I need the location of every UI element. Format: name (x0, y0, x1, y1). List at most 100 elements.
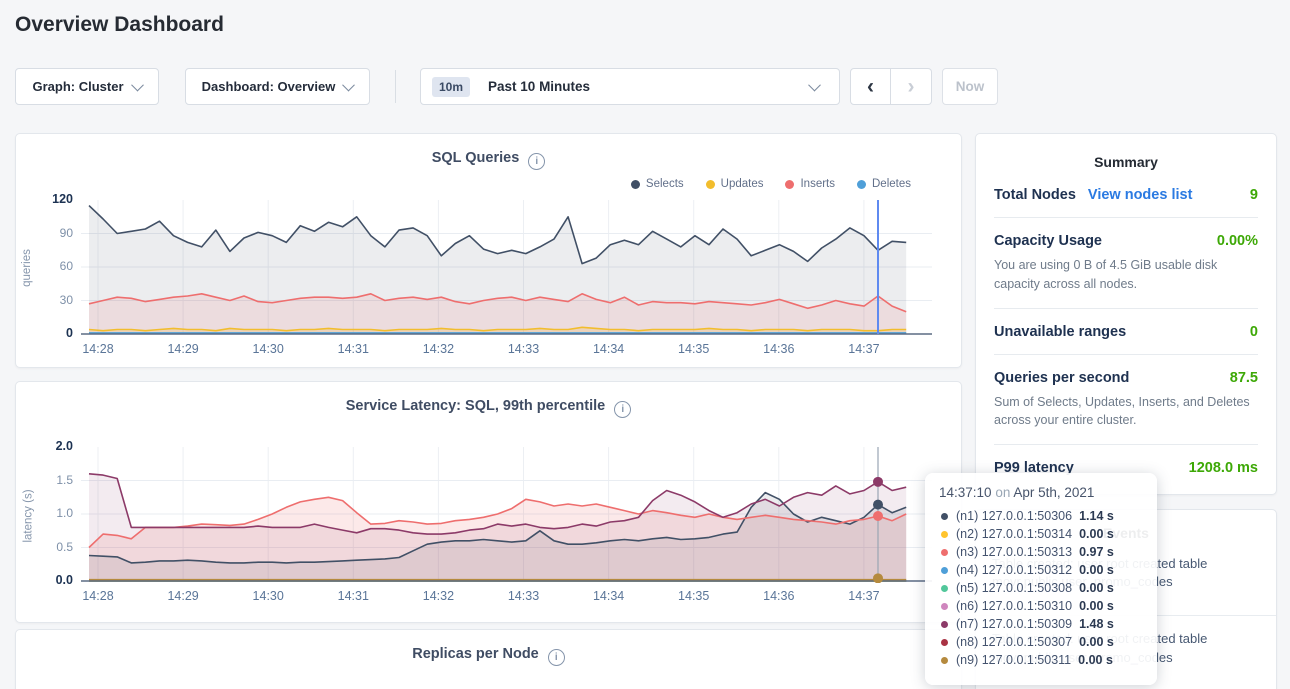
tooltip-node-label: (n2) 127.0.0.1:50314 (956, 527, 1072, 541)
summary-label: Total Nodes (994, 187, 1076, 203)
app-root: Overview Dashboard Graph: Cluster Dashbo… (0, 0, 1290, 689)
latency-plot[interactable] (81, 447, 932, 583)
tooltip-node-value: 0.00 s (1079, 563, 1114, 577)
node-color-dot-icon (941, 531, 948, 538)
node-color-dot-icon (941, 621, 948, 628)
chart-title: Service Latency: SQL, 99th percentilei (16, 398, 961, 418)
latency-chart-card: Service Latency: SQL, 99th percentilei l… (15, 381, 962, 623)
summary-panel: Summary Total NodesView nodes list9Capac… (975, 133, 1277, 495)
legend-item-inserts[interactable]: Inserts (785, 178, 835, 190)
tooltip-node-label: (n8) 127.0.0.1:50307 (956, 635, 1072, 649)
now-button[interactable]: Now (942, 68, 998, 105)
legend-dot-icon (785, 180, 794, 189)
tooltip-row: (n4) 127.0.0.1:50312 0.00 s (939, 561, 1143, 579)
prev-time-button[interactable]: ‹ (850, 68, 891, 105)
chevron-down-icon (131, 79, 144, 92)
tooltip-row: (n9) 127.0.0.1:50311 0.00 s (939, 651, 1143, 669)
legend-dot-icon (857, 180, 866, 189)
y-axis-tick: 0.5 (33, 540, 73, 554)
summary-label: Unavailable ranges (994, 324, 1126, 340)
node-color-dot-icon (941, 639, 948, 646)
x-axis-tick: 14:31 (328, 342, 378, 356)
summary-value: 1208.0 ms (1189, 460, 1258, 476)
x-axis-tick: 14:33 (499, 342, 549, 356)
summary-rows: Total NodesView nodes list9Capacity Usag… (994, 172, 1258, 490)
tooltip-node-value: 0.00 s (1079, 527, 1114, 541)
summary-label: Queries per second (994, 370, 1129, 386)
x-axis-tick: 14:31 (328, 589, 378, 603)
y-axis-tick: 0 (33, 326, 73, 340)
legend-label: Selects (646, 178, 684, 190)
view-nodes-list-link[interactable]: View nodes list (1088, 187, 1193, 203)
tooltip-row: (n8) 127.0.0.1:50307 0.00 s (939, 633, 1143, 651)
node-color-dot-icon (941, 567, 948, 574)
tooltip-node-value: 0.00 s (1079, 581, 1114, 595)
sql-queries-plot[interactable] (81, 200, 932, 336)
x-axis-tick: 14:32 (413, 589, 463, 603)
tooltip-node-label: (n6) 127.0.0.1:50310 (956, 599, 1072, 613)
summary-value: 0 (1250, 324, 1258, 340)
summary-row: Unavailable ranges 0 (994, 309, 1258, 355)
y-axis-tick: 30 (33, 293, 73, 307)
x-axis-tick: 14:37 (839, 589, 889, 603)
node-color-dot-icon (941, 603, 948, 610)
legend-item-updates[interactable]: Updates (706, 178, 764, 190)
legend-item-deletes[interactable]: Deletes (857, 178, 911, 190)
tooltip-node-value: 0.00 s (1078, 653, 1113, 667)
x-axis-tick: 14:32 (413, 342, 463, 356)
info-icon[interactable]: i (548, 649, 565, 666)
chevron-down-icon (808, 79, 821, 92)
graph-dropdown-label: Graph: Cluster (32, 79, 123, 94)
chart-title: SQL Queriesi (16, 150, 961, 170)
summary-row: Total NodesView nodes list9 (994, 172, 1258, 218)
time-range-badge: 10m (432, 77, 470, 97)
tooltip-rows: (n1) 127.0.0.1:503061.14 s(n2) 127.0.0.1… (939, 507, 1143, 669)
tooltip-row: (n3) 127.0.0.1:50313 0.97 s (939, 543, 1143, 561)
node-color-dot-icon (941, 513, 948, 520)
tooltip-row: (n2) 127.0.0.1:50314 0.00 s (939, 525, 1143, 543)
y-axis-tick: 2.0 (33, 439, 73, 453)
tooltip-node-value: 1.48 s (1079, 617, 1114, 631)
x-axis-tick: 14:30 (243, 342, 293, 356)
tooltip-node-label: (n3) 127.0.0.1:50313 (956, 545, 1072, 559)
x-axis-tick: 14:34 (584, 342, 634, 356)
info-icon[interactable]: i (528, 153, 545, 170)
tooltip-node-value: 0.97 s (1079, 545, 1114, 559)
x-axis-tick: 14:33 (499, 589, 549, 603)
graph-dropdown[interactable]: Graph: Cluster (15, 68, 159, 105)
dashboard-dropdown[interactable]: Dashboard: Overview (185, 68, 370, 105)
legend-label: Deletes (872, 178, 911, 190)
y-axis-tick: 0.0 (33, 573, 73, 587)
summary-value: 87.5 (1230, 370, 1258, 386)
tooltip-node-label: (n4) 127.0.0.1:50312 (956, 563, 1072, 577)
page-title: Overview Dashboard (15, 13, 224, 37)
legend-dot-icon (631, 180, 640, 189)
tooltip-node-value: 0.00 s (1079, 635, 1114, 649)
next-time-button[interactable]: › (891, 68, 932, 105)
x-axis-tick: 14:37 (839, 342, 889, 356)
legend-item-selects[interactable]: Selects (631, 178, 684, 190)
summary-row: Queries per second 87.5 Sum of Selects, Up… (994, 355, 1258, 446)
chart-title: Replicas per Nodei (16, 646, 961, 666)
y-axis-tick: 120 (33, 192, 73, 206)
y-axis-tick: 90 (33, 226, 73, 240)
tooltip-timestamp: 14:37:10 on Apr 5th, 2021 (939, 485, 1143, 500)
summary-heading: Summary (976, 154, 1276, 170)
x-axis-tick: 14:28 (73, 342, 123, 356)
legend-label: Inserts (800, 178, 835, 190)
info-icon[interactable]: i (614, 401, 631, 418)
summary-description: Sum of Selects, Updates, Inserts, and De… (994, 393, 1258, 431)
legend-label: Updates (721, 178, 764, 190)
x-axis-tick: 14:35 (669, 589, 719, 603)
tooltip-node-label: (n1) 127.0.0.1:50306 (956, 509, 1072, 523)
tooltip-node-label: (n9) 127.0.0.1:50311 (956, 653, 1071, 667)
chart-hover-tooltip: 14:37:10 on Apr 5th, 2021 (n1) 127.0.0.1… (925, 473, 1157, 685)
x-axis-tick: 14:30 (243, 589, 293, 603)
x-axis-tick: 14:36 (754, 589, 804, 603)
y-axis-tick: 1.5 (33, 473, 73, 487)
x-axis-tick: 14:35 (669, 342, 719, 356)
time-pager: ‹ › (850, 68, 932, 105)
time-range-dropdown[interactable]: 10m Past 10 Minutes (420, 68, 840, 105)
tooltip-node-value: 0.00 s (1079, 599, 1114, 613)
summary-row: Capacity Usage0.00%You are using 0 B of … (994, 218, 1258, 309)
